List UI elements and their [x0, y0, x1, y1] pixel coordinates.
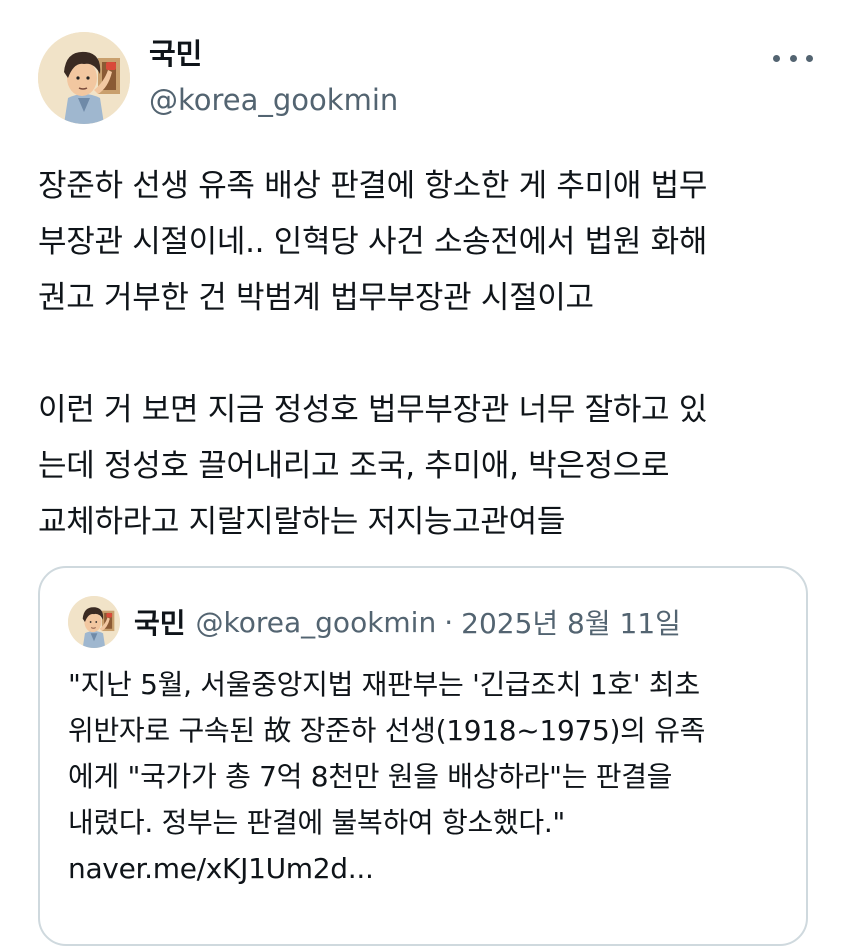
quoted-author-display-name[interactable]: 국민 [134, 602, 186, 642]
quoted-tweet-date[interactable]: 2025년 8월 11일 [461, 602, 681, 642]
quoted-text-line: 에게 "국가가 총 7억 8천만 원을 배상하라"는 판결을 [68, 760, 673, 793]
quoted-author-handle[interactable]: @korea_gookmin [196, 606, 437, 639]
quoted-text-line: "지난 5월, 서울중앙지법 재판부는 '긴급조치 1호' 최초 [68, 668, 700, 701]
cartoon-avatar-icon [68, 596, 120, 648]
author-display-name[interactable]: 국민 [149, 36, 398, 72]
quoted-tweet-card[interactable]: 국민 @korea_gookmin · 2025년 8월 11일 "지난 5월,… [38, 566, 808, 946]
more-horizontal-icon [806, 54, 813, 62]
author-handle[interactable]: @korea_gookmin [149, 82, 398, 118]
quoted-author-avatar[interactable] [68, 596, 120, 648]
more-options-button[interactable] [773, 46, 813, 70]
quoted-text-line: 위반자로 구속된 故 장준하 선생(1918~1975)의 유족 [68, 714, 706, 747]
quoted-tweet-body: "지난 5월, 서울중앙지법 재판부는 '긴급조치 1호' 최초 위반자로 구속… [68, 662, 798, 892]
more-horizontal-icon [789, 54, 797, 62]
cartoon-avatar-icon [38, 32, 130, 124]
author-avatar[interactable] [38, 32, 130, 124]
tweet-text-line: 장준하 선생 유족 배상 판결에 항소한 게 추미애 법무 [38, 168, 708, 204]
tweet-text-line: 교체하라고 지랄지랄하는 저지능고관여들 [38, 504, 566, 540]
quoted-text-line: 내렸다. 정부는 판결에 불복하여 항소했다." [68, 806, 566, 839]
more-horizontal-icon [773, 54, 780, 62]
tweet-text-line: 는데 정성호 끌어내리고 조국, 추미애, 박은정으로 [38, 448, 670, 484]
tweet-header: 국민 @korea_gookmin [38, 30, 813, 126]
tweet-text-line: 권고 거부한 건 박범계 법무부장관 시절이고 [38, 280, 594, 316]
quoted-tweet-header: 국민 @korea_gookmin · 2025년 8월 11일 [68, 594, 681, 650]
tweet-text-line: 부장관 시절이네.. 인혁당 사건 소송전에서 법원 화해 [38, 224, 708, 260]
separator-dot: · [444, 605, 454, 639]
tweet-text-line: 이런 거 보면 지금 정성호 법무부장관 너무 잘하고 있 [38, 392, 708, 428]
tweet-body: 장준하 선생 유족 배상 판결에 항소한 게 추미애 법무 부장관 시절이네..… [38, 158, 818, 550]
quoted-link[interactable]: naver.me/xKJ1Um2d... [68, 846, 798, 892]
